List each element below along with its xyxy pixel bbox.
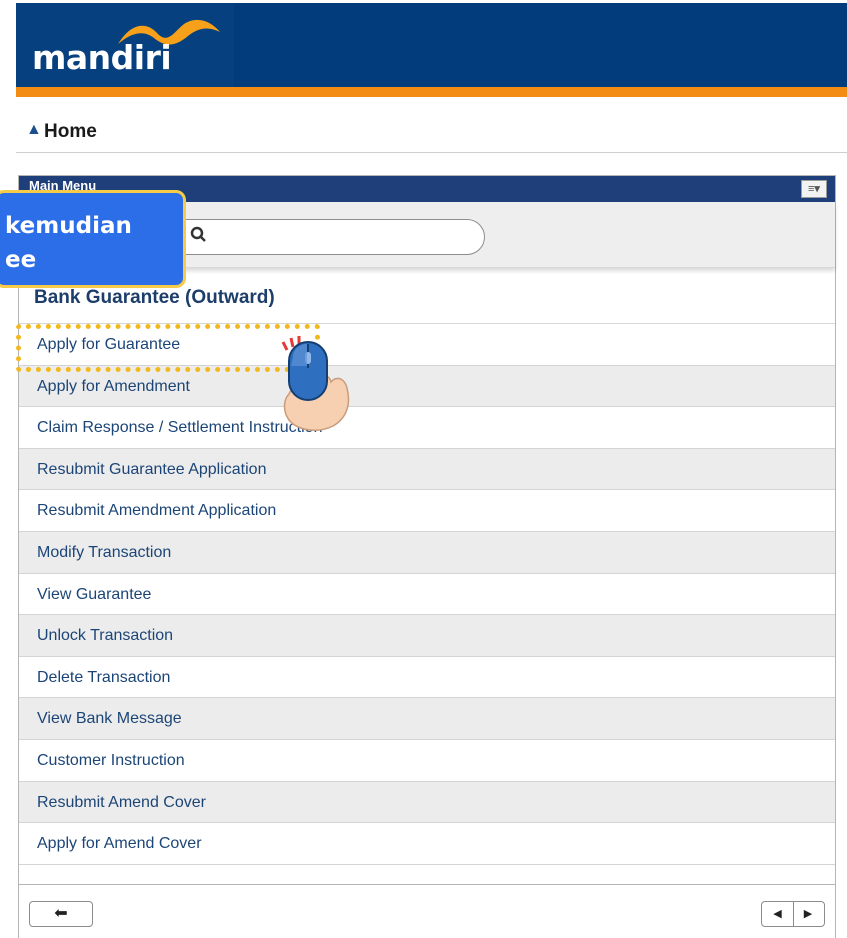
back-button[interactable]: ⬅ [29, 901, 93, 927]
menu-item-label: Resubmit Amend Cover [37, 793, 206, 811]
menu-item-label: Resubmit Amendment Application [37, 502, 277, 520]
menu-item-resubmit-amend-cover[interactable]: Resubmit Amend Cover [19, 781, 835, 824]
menu-item-resubmit-amendment[interactable]: Resubmit Amendment Application [19, 490, 835, 532]
menu-item-label: View Bank Message [37, 710, 182, 728]
search-icon [190, 226, 206, 242]
triangle-right-icon[interactable]: ▶ [792, 902, 824, 926]
menu-item-label: Apply for Amendment [37, 377, 190, 395]
menu-item-delete-transaction[interactable]: Delete Transaction [19, 657, 835, 699]
menu-item-label: Resubmit Guarantee Application [37, 460, 267, 478]
menu-item-modify-transaction[interactable]: Modify Transaction [19, 531, 835, 574]
menu-item-customer-instruction[interactable]: Customer Instruction [19, 740, 835, 782]
menu-item-resubmit-guarantee[interactable]: Resubmit Guarantee Application [19, 448, 835, 491]
panel-footer: ⬅ ◀ ▶ [19, 884, 835, 938]
triangle-left-icon[interactable]: ◀ [762, 902, 794, 926]
menu-item-label: View Guarantee [37, 585, 152, 603]
menu-item-apply-for-amend-cover[interactable]: Apply for Amend Cover [19, 823, 835, 865]
menu-item-label: Customer Instruction [37, 751, 185, 769]
breadcrumb-home[interactable]: Home [44, 121, 97, 143]
breadcrumb: ▲ Home [16, 113, 847, 153]
menu-item-claim-response[interactable]: Claim Response / Settlement Instruction [19, 407, 835, 449]
menu-item-view-guarantee[interactable]: View Guarantee [19, 574, 835, 616]
menu-item-label: Delete Transaction [37, 668, 171, 686]
hand-cursor-icon [281, 336, 350, 432]
pager-buttons: ◀ ▶ [761, 901, 825, 927]
menu-item-unlock-transaction[interactable]: Unlock Transaction [19, 615, 835, 657]
brand-logo-text: mandiri [32, 38, 172, 77]
menu-list: Apply for Guarantee Apply for Amendment … [19, 324, 835, 865]
menu-item-label: Unlock Transaction [37, 627, 174, 645]
brand-stripe [16, 87, 847, 97]
menu-item-label: Modify Transaction [37, 543, 172, 561]
main-menu-panel: Main Menu ≡▾ Bank Guarantee (Outward) Ap… [18, 175, 836, 938]
callout-line-2: ee [5, 247, 37, 273]
menu-icon[interactable]: ≡▾ [801, 180, 827, 198]
callout-line-1: kemudian [5, 213, 132, 239]
menu-item-view-bank-message[interactable]: View Bank Message [19, 698, 835, 740]
back-arrow-icon: ⬅ [54, 905, 68, 922]
home-icon[interactable]: ▲ [26, 121, 42, 139]
tutorial-callout: kemudian ee [0, 190, 186, 288]
section-title: Bank Guarantee (Outward) [34, 287, 275, 308]
menu-item-label: Apply for Amend Cover [37, 835, 202, 853]
